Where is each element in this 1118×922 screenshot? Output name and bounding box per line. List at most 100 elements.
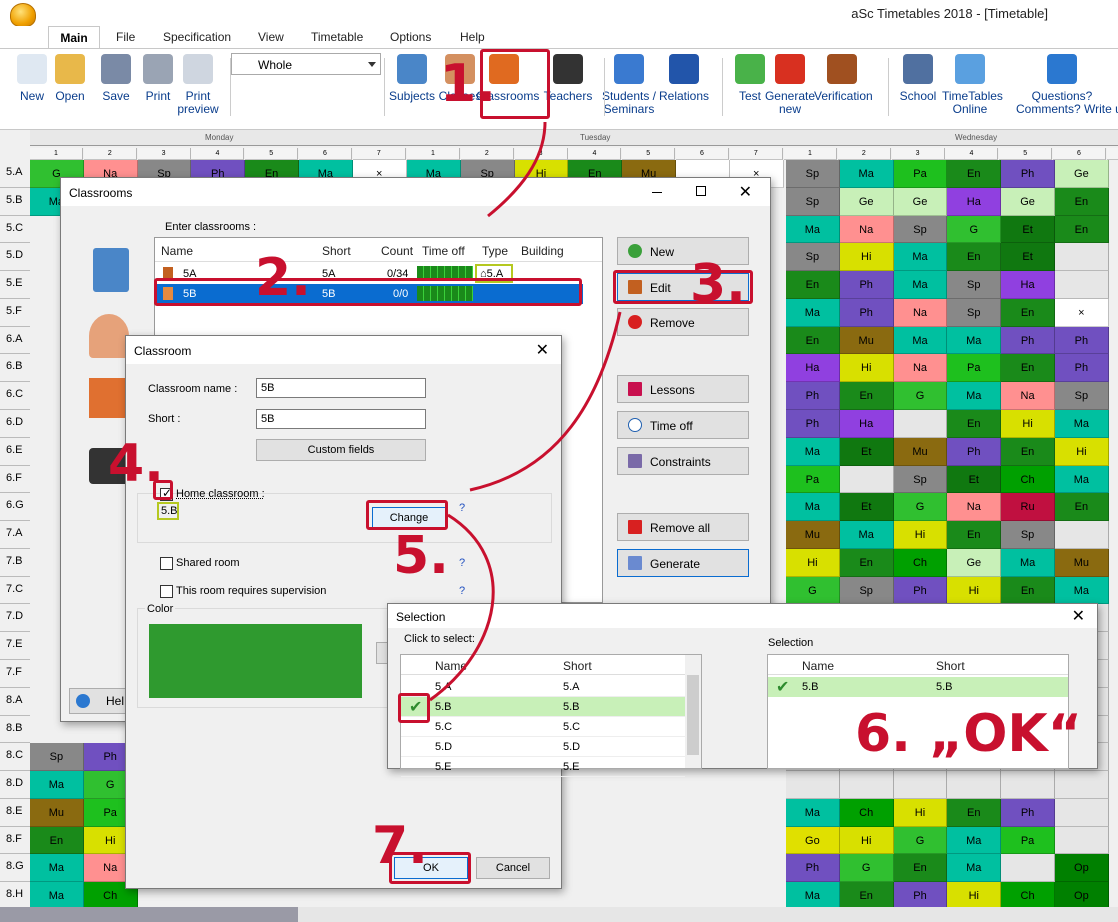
- lesson-cell[interactable]: Hi: [947, 882, 1002, 910]
- lesson-cell[interactable]: Sp: [893, 465, 948, 494]
- row-label[interactable]: 5.A: [0, 160, 30, 188]
- lesson-cell[interactable]: [947, 771, 1002, 799]
- col-name[interactable]: Name: [802, 659, 834, 673]
- lesson-cell[interactable]: Sp: [839, 576, 894, 605]
- lesson-cell[interactable]: Ma: [786, 437, 840, 466]
- lesson-cell[interactable]: G: [947, 215, 1002, 244]
- lesson-cell[interactable]: Sp: [786, 160, 840, 188]
- list-item[interactable]: 5.E 5.E: [401, 757, 685, 777]
- row-label[interactable]: 6.B: [0, 354, 30, 383]
- maximize-icon[interactable]: [696, 186, 706, 196]
- lesson-cell[interactable]: Ph: [839, 298, 894, 327]
- menu-help[interactable]: Help: [460, 30, 485, 44]
- lesson-cell[interactable]: Ma: [893, 243, 948, 272]
- lesson-cell[interactable]: Ma: [30, 854, 84, 883]
- generate-button[interactable]: Generate: [617, 549, 749, 577]
- ribbon-button-timetables[interactable]: TimeTables Online: [942, 54, 1003, 116]
- menu-main[interactable]: Main: [48, 26, 100, 49]
- lesson-cell[interactable]: Sp: [893, 215, 948, 244]
- lesson-cell[interactable]: Na: [893, 298, 948, 327]
- row-label[interactable]: 6.C: [0, 382, 30, 410]
- lesson-cell[interactable]: Ph: [839, 271, 894, 299]
- close-icon[interactable]: ✕: [739, 182, 752, 202]
- lesson-cell[interactable]: Hi: [839, 243, 894, 272]
- lesson-cell[interactable]: Ma: [30, 882, 84, 910]
- lesson-cell[interactable]: En: [786, 271, 840, 299]
- row-label[interactable]: 6.E: [0, 437, 30, 466]
- lesson-cell[interactable]: Ph: [893, 882, 948, 910]
- ribbon-button-verification[interactable]: Verification: [814, 54, 873, 103]
- lesson-cell[interactable]: En: [839, 882, 894, 910]
- col-short[interactable]: Short: [563, 659, 592, 673]
- lesson-cell[interactable]: Sp: [947, 271, 1002, 299]
- lesson-cell[interactable]: En: [947, 160, 1002, 188]
- lesson-cell[interactable]: [893, 771, 948, 799]
- shared-room-checkbox[interactable]: [160, 557, 173, 570]
- lesson-cell[interactable]: Ph: [1001, 798, 1055, 827]
- lesson-cell[interactable]: [893, 410, 948, 438]
- lesson-cell[interactable]: Et: [839, 493, 894, 522]
- menu-file[interactable]: File: [116, 30, 135, 44]
- lesson-cell[interactable]: En: [1055, 493, 1109, 522]
- lesson-cell[interactable]: Hi: [893, 521, 948, 549]
- row-label[interactable]: 8.B: [0, 715, 30, 744]
- lesson-cell[interactable]: En: [839, 382, 894, 410]
- custom-fields-button[interactable]: Custom fields: [256, 439, 426, 461]
- row-label[interactable]: 7.F: [0, 660, 30, 688]
- row-label[interactable]: 7.E: [0, 632, 30, 660]
- row-label[interactable]: 7.C: [0, 576, 30, 605]
- row-label[interactable]: 5.C: [0, 215, 30, 244]
- vertical-scrollbar[interactable]: [685, 655, 701, 768]
- row-label[interactable]: 6.G: [0, 493, 30, 522]
- lesson-cell[interactable]: Ge: [839, 187, 894, 216]
- lesson-cell[interactable]: [1001, 771, 1055, 799]
- ribbon-button-print[interactable]: Print preview: [170, 54, 226, 116]
- lesson-cell[interactable]: ×: [1055, 298, 1109, 327]
- lesson-cell[interactable]: En: [30, 826, 84, 855]
- lesson-cell[interactable]: [1055, 521, 1109, 549]
- lesson-cell[interactable]: Et: [1001, 243, 1055, 272]
- lesson-cell[interactable]: Pa: [786, 465, 840, 494]
- lesson-cell[interactable]: G: [893, 826, 948, 855]
- lesson-cell[interactable]: G: [839, 854, 894, 883]
- lesson-cell[interactable]: Ru: [1001, 493, 1055, 522]
- lesson-cell[interactable]: Na: [839, 215, 894, 244]
- col-short[interactable]: Short: [936, 659, 965, 673]
- lesson-cell[interactable]: G: [893, 493, 948, 522]
- lesson-cell[interactable]: Pa: [893, 160, 948, 188]
- lesson-cell[interactable]: [839, 771, 894, 799]
- lesson-cell[interactable]: Hi: [947, 576, 1002, 605]
- lesson-cell[interactable]: Ge: [1055, 160, 1109, 188]
- lesson-cell[interactable]: Ma: [1055, 465, 1109, 494]
- lesson-cell[interactable]: Na: [893, 354, 948, 383]
- lesson-cell[interactable]: Ma: [786, 215, 840, 244]
- lesson-cell[interactable]: Ge: [1001, 187, 1055, 216]
- lesson-cell[interactable]: G: [893, 382, 948, 410]
- menu-timetable[interactable]: Timetable: [311, 30, 363, 44]
- lesson-cell[interactable]: Hi: [1001, 410, 1055, 438]
- lesson-cell[interactable]: Ph: [1001, 326, 1055, 355]
- lesson-cell[interactable]: [1001, 854, 1055, 883]
- lesson-cell[interactable]: [1055, 271, 1109, 299]
- help-question-icon[interactable]: ?: [459, 557, 465, 569]
- lesson-cell[interactable]: Ma: [947, 382, 1002, 410]
- lesson-cell[interactable]: Ph: [1001, 160, 1055, 188]
- lesson-cell[interactable]: Et: [947, 465, 1002, 494]
- cancel-button[interactable]: Cancel: [476, 857, 550, 879]
- constraints-button[interactable]: Constraints: [617, 447, 749, 475]
- list-item[interactable]: 5.A 5.A: [401, 677, 685, 697]
- lesson-cell[interactable]: Ma: [30, 771, 84, 799]
- lesson-cell[interactable]: En: [1001, 576, 1055, 605]
- lesson-cell[interactable]: [1055, 798, 1109, 827]
- lesson-cell[interactable]: Ma: [947, 326, 1002, 355]
- lesson-cell[interactable]: Ch: [893, 548, 948, 577]
- lesson-cell[interactable]: Sp: [30, 743, 84, 772]
- lesson-cell[interactable]: [1055, 771, 1109, 799]
- row-label[interactable]: 8.G: [0, 854, 30, 883]
- lesson-cell[interactable]: En: [786, 326, 840, 355]
- lesson-cell[interactable]: Ma: [893, 326, 948, 355]
- row-label[interactable]: 7.D: [0, 604, 30, 633]
- lesson-cell[interactable]: Sp: [1001, 521, 1055, 549]
- lesson-cell[interactable]: Ma: [1055, 576, 1109, 605]
- lesson-cell[interactable]: Ha: [839, 410, 894, 438]
